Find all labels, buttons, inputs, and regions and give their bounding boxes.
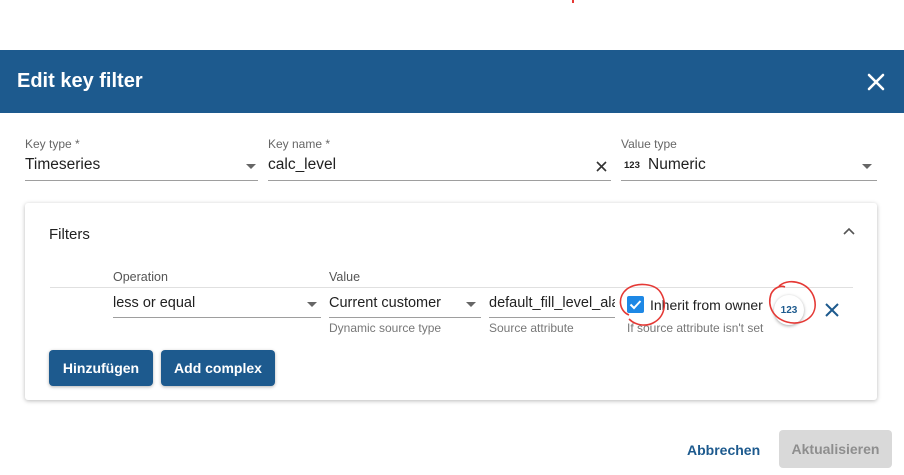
add-complex-button[interactable]: Add complex bbox=[161, 350, 275, 386]
value-header: Value bbox=[329, 270, 361, 284]
key-type-value: Timeseries bbox=[25, 156, 101, 173]
key-name-input[interactable]: Key name * calc_level bbox=[268, 137, 611, 183]
key-type-underline bbox=[25, 180, 258, 181]
chevron-down-icon bbox=[307, 302, 317, 307]
chevron-down-icon bbox=[246, 164, 256, 169]
annotation-circle bbox=[619, 283, 666, 326]
value-type-label: Value type bbox=[621, 137, 677, 151]
filters-divider bbox=[50, 287, 853, 288]
key-name-underline bbox=[268, 180, 611, 181]
dynamic-source-value: Current customer bbox=[329, 295, 442, 311]
dynamic-source-label: Dynamic source type bbox=[329, 321, 442, 335]
update-button[interactable]: Aktualisieren bbox=[779, 430, 892, 468]
remove-filter-icon[interactable] bbox=[824, 302, 840, 318]
numeric-icon: 123 bbox=[624, 160, 640, 171]
value-type-value: Numeric bbox=[648, 156, 706, 173]
dialog-title: Edit key filter bbox=[17, 70, 143, 92]
annotation-circle bbox=[769, 280, 816, 324]
operation-underline bbox=[113, 317, 321, 318]
page: Edit key filter Key type * Timeseries Ke… bbox=[0, 0, 904, 475]
dialog-header: Edit key filter bbox=[0, 50, 904, 113]
source-attribute-input[interactable]: default_fill_level_alarm bbox=[489, 295, 615, 315]
chevron-up-icon[interactable] bbox=[843, 226, 855, 236]
value-type-underline bbox=[621, 180, 877, 181]
value-type-select[interactable]: Value type 123 Numeric bbox=[621, 137, 877, 183]
key-name-label: Key name * bbox=[268, 137, 331, 151]
operation-header: Operation bbox=[113, 270, 168, 284]
operation-select[interactable]: less or equal bbox=[113, 295, 321, 319]
backdrop-mark bbox=[572, 0, 574, 3]
clear-icon[interactable] bbox=[596, 161, 607, 172]
cancel-button[interactable]: Abbrechen bbox=[687, 442, 760, 458]
key-type-select[interactable]: Key type * Timeseries bbox=[25, 137, 258, 183]
chevron-down-icon bbox=[862, 164, 872, 169]
dynamic-source-select[interactable]: Current customer bbox=[329, 295, 481, 319]
close-icon[interactable] bbox=[864, 70, 888, 94]
filters-title: Filters bbox=[49, 226, 90, 243]
key-type-label: Key type * bbox=[25, 137, 80, 151]
filters-panel: Filters Operation Value less or equal Cu… bbox=[25, 203, 877, 400]
source-attribute-label: Source attribute bbox=[489, 321, 574, 335]
dynamic-source-underline bbox=[329, 317, 481, 318]
source-attribute-underline bbox=[489, 317, 615, 318]
key-name-value: calc_level bbox=[268, 156, 337, 173]
chevron-down-icon bbox=[466, 302, 476, 307]
edit-key-filter-dialog: Edit key filter Key type * Timeseries Ke… bbox=[0, 50, 904, 475]
operation-value: less or equal bbox=[113, 295, 196, 311]
add-filter-button[interactable]: Hinzufügen bbox=[49, 350, 153, 386]
